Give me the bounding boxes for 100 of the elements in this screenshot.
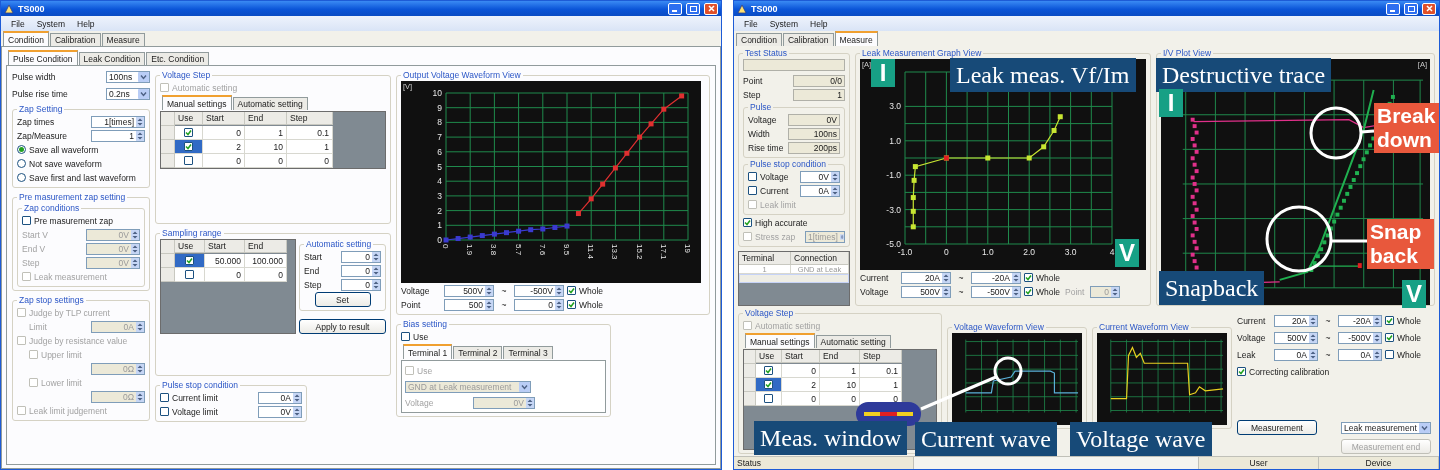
spin-field[interactable]: 0 — [341, 264, 381, 277]
dropdown[interactable]: 100ns — [106, 70, 150, 83]
spinner-icon[interactable] — [555, 299, 563, 310]
set-button[interactable]: Set — [314, 292, 371, 307]
checkbox[interactable] — [184, 142, 193, 151]
radio-button[interactable] — [17, 159, 26, 168]
close-button[interactable] — [704, 2, 718, 15]
spinner-icon[interactable] — [831, 185, 839, 196]
spin-field[interactable]: -20A — [971, 271, 1021, 284]
checkbox[interactable] — [1024, 287, 1033, 296]
spinner-icon[interactable] — [1309, 315, 1317, 326]
tab[interactable]: Automatic setting — [232, 97, 308, 110]
checkbox[interactable] — [764, 380, 773, 389]
spin-field[interactable]: 1[times] — [91, 115, 145, 128]
spin-field[interactable]: 0A — [1338, 348, 1382, 361]
table-cell[interactable] — [175, 154, 203, 168]
checkbox[interactable] — [1237, 367, 1246, 376]
maximize-button[interactable] — [686, 2, 700, 15]
spinner-icon[interactable] — [372, 251, 380, 262]
checkbox[interactable] — [160, 393, 169, 402]
tab[interactable]: Measure — [834, 31, 878, 46]
spinner-icon[interactable] — [485, 299, 493, 310]
spin-field[interactable]: 500 — [444, 298, 494, 311]
close-button[interactable] — [1422, 2, 1436, 15]
table-cell[interactable] — [175, 268, 205, 282]
spin-field[interactable]: -500V — [971, 285, 1021, 298]
scrollbar[interactable] — [739, 274, 849, 283]
tab[interactable]: Manual settings — [745, 333, 815, 348]
checkbox[interactable] — [184, 156, 193, 165]
checkbox[interactable] — [185, 256, 194, 265]
checkbox[interactable] — [748, 172, 757, 181]
spinner-icon[interactable] — [942, 286, 950, 297]
spin-field[interactable]: 0A — [800, 184, 840, 197]
checkbox[interactable] — [160, 407, 169, 416]
tab[interactable]: Leak Condition — [78, 52, 146, 65]
spin-field[interactable]: 500V — [1274, 331, 1318, 344]
spinner-icon[interactable] — [136, 116, 144, 127]
checkbox[interactable] — [184, 128, 193, 137]
menu-item[interactable]: File — [738, 18, 764, 29]
measurement-button[interactable]: Measurement — [1237, 420, 1317, 435]
spin-field[interactable]: -500V — [514, 284, 564, 297]
spinner-icon[interactable] — [1373, 349, 1381, 360]
menu-item[interactable]: System — [763, 18, 805, 29]
spinner-icon[interactable] — [1373, 315, 1381, 326]
dropdown[interactable]: 0.2ns — [106, 87, 150, 100]
caret-icon[interactable] — [138, 71, 149, 82]
spinner-icon[interactable] — [1012, 272, 1020, 283]
checkbox[interactable] — [1385, 350, 1394, 359]
table-cell[interactable] — [756, 378, 782, 392]
minimize-button[interactable] — [668, 2, 682, 15]
checkbox[interactable] — [567, 300, 576, 309]
checkbox[interactable] — [764, 366, 773, 375]
caret-icon[interactable] — [138, 88, 149, 99]
caret-icon[interactable] — [1419, 422, 1430, 433]
spin-field[interactable]: -20A — [1338, 314, 1382, 327]
spin-field[interactable]: 1 — [91, 129, 145, 142]
spin-field[interactable]: 20A — [901, 271, 951, 284]
spinner-icon[interactable] — [1309, 349, 1317, 360]
spinner-icon[interactable] — [293, 392, 301, 403]
tab[interactable]: Terminal 1 — [403, 344, 453, 359]
spin-field[interactable]: 0V — [258, 405, 302, 418]
spinner-icon[interactable] — [136, 130, 144, 141]
apply-button[interactable]: Apply to result — [299, 319, 386, 334]
menu-item[interactable]: Help — [804, 18, 834, 29]
tab[interactable]: Terminal 3 — [503, 346, 553, 359]
spinner-icon[interactable] — [485, 285, 493, 296]
tab[interactable]: Calibration — [782, 33, 834, 46]
table-cell[interactable] — [175, 126, 203, 140]
menu-item[interactable]: System — [30, 18, 72, 29]
checkbox[interactable] — [567, 286, 576, 295]
tab[interactable]: Calibration — [49, 33, 101, 46]
tab[interactable]: Automatic setting — [815, 335, 891, 348]
tab[interactable]: Condition — [736, 33, 782, 46]
spinner-icon[interactable] — [942, 272, 950, 283]
spinner-icon[interactable] — [831, 171, 839, 182]
restore-button[interactable] — [1404, 2, 1418, 15]
radio-button[interactable] — [17, 173, 26, 182]
spinner-icon[interactable] — [839, 231, 844, 242]
spinner-icon[interactable] — [293, 406, 301, 417]
checkbox[interactable] — [401, 332, 410, 341]
radio-button[interactable] — [17, 145, 26, 154]
spinner-icon[interactable] — [372, 265, 380, 276]
spin-field[interactable]: 0 — [514, 298, 564, 311]
spin-field[interactable]: -500V — [1338, 331, 1382, 344]
menu-item[interactable]: Help — [71, 18, 101, 29]
spinner-icon[interactable] — [555, 285, 563, 296]
tab[interactable]: Condition — [3, 31, 49, 46]
spin-field[interactable]: 0 — [341, 278, 381, 291]
menu-item[interactable]: File — [5, 18, 31, 29]
spin-field[interactable]: 0A — [258, 391, 302, 404]
checkbox[interactable] — [1024, 273, 1033, 282]
spin-field[interactable]: 0 — [341, 250, 381, 263]
tab[interactable]: Terminal 2 — [453, 346, 503, 359]
checkbox[interactable] — [185, 270, 194, 279]
checkbox[interactable] — [748, 186, 757, 195]
minimize-button[interactable] — [1386, 2, 1400, 15]
table-cell[interactable] — [756, 364, 782, 378]
table-cell[interactable] — [756, 392, 782, 406]
spin-field[interactable]: 500V — [444, 284, 494, 297]
checkbox[interactable] — [764, 394, 773, 403]
